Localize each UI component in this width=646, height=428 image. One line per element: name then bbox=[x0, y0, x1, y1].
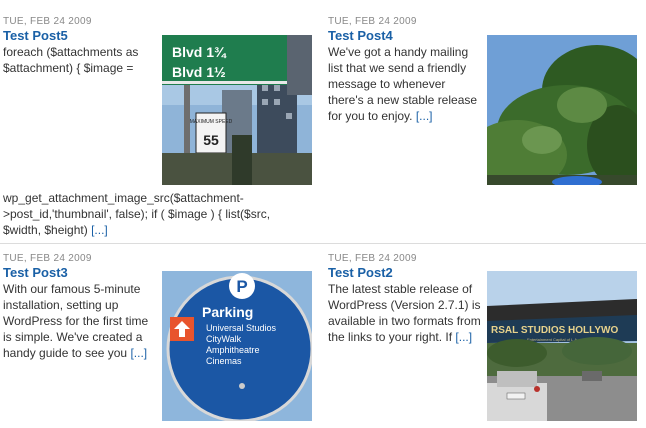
speed-sign-label: MAXIMUM SPEED bbox=[190, 119, 233, 125]
parking-p-letter: P bbox=[236, 277, 247, 296]
post-title-link[interactable]: Test Post4 bbox=[328, 28, 483, 44]
read-more-link[interactable]: [...] bbox=[455, 330, 472, 344]
post-excerpt: With our famous 5-minute installation, s… bbox=[3, 281, 155, 361]
post-date: TUE, FEB 24 2009 bbox=[3, 16, 92, 27]
read-more-link[interactable]: [...] bbox=[91, 223, 108, 237]
post-thumbnail-trees[interactable] bbox=[487, 35, 637, 185]
parking-sign-line: CityWalk bbox=[206, 334, 242, 344]
sign-line-top: Blvd 1¾ bbox=[172, 44, 227, 60]
post-thumbnail-parking-sign[interactable]: P Parking Universal Studios CityWalk Amp… bbox=[162, 271, 312, 421]
read-more-link[interactable]: [...] bbox=[130, 346, 147, 360]
parking-sign-line: Amphitheatre bbox=[206, 345, 260, 355]
post-test-post4: TUE, FEB 24 2009 Test Post4 We've got a … bbox=[328, 16, 483, 124]
post-date: TUE, FEB 24 2009 bbox=[328, 253, 417, 264]
studio-gate-subtext: Entertainment Capital of L.A. bbox=[527, 337, 578, 342]
sign-line: Blvd 1½ bbox=[172, 64, 226, 80]
row-divider bbox=[0, 243, 646, 244]
parking-sign-image: P Parking Universal Studios CityWalk Amp… bbox=[162, 271, 312, 421]
studio-gate-text: RSAL STUDIOS HOLLYWO bbox=[491, 325, 618, 336]
post-title-link[interactable]: Test Post3 bbox=[3, 265, 155, 281]
parking-sign-line: Universal Studios bbox=[206, 323, 277, 333]
post-date: TUE, FEB 24 2009 bbox=[3, 253, 92, 264]
parking-sign-line: Cinemas bbox=[206, 356, 242, 366]
post-excerpt-continued: wp_get_attachment_image_src($attachment-… bbox=[3, 190, 303, 238]
post-date: TUE, FEB 24 2009 bbox=[328, 16, 417, 27]
excerpt-text: We've got a handy mailing list that we s… bbox=[328, 45, 478, 123]
excerpt-text: wp_get_attachment_image_src($attachment-… bbox=[3, 191, 271, 237]
post-test-post3: TUE, FEB 24 2009 Test Post3 With our fam… bbox=[3, 253, 155, 361]
post-title-link[interactable]: Test Post2 bbox=[328, 265, 483, 281]
post-excerpt: foreach ($attachments as $attachment) { … bbox=[3, 45, 139, 75]
speed-sign-value: 55 bbox=[203, 132, 219, 148]
post-excerpt: The latest stable release of WordPress (… bbox=[328, 281, 483, 345]
post-test-post2: TUE, FEB 24 2009 Test Post2 The latest s… bbox=[328, 253, 483, 345]
post-test-post5-continued: wp_get_attachment_image_src($attachment-… bbox=[3, 190, 303, 238]
post-excerpt: We've got a handy mailing list that we s… bbox=[328, 44, 483, 124]
read-more-link[interactable]: [...] bbox=[416, 109, 433, 123]
excerpt-text: With our famous 5-minute installation, s… bbox=[3, 282, 149, 360]
parking-sign-title: Parking bbox=[202, 304, 253, 320]
studio-gate-image: RSAL STUDIOS HOLLYWO Entertainment Capit… bbox=[487, 271, 637, 421]
highway-sign-image: Blvd 1¾ Blvd 1½ MAXIMUM SPEED 55 bbox=[162, 35, 312, 185]
post-thumbnail-highway-sign[interactable]: Blvd 1¾ Blvd 1½ MAXIMUM SPEED 55 bbox=[162, 35, 312, 185]
trees-image bbox=[487, 35, 637, 185]
post-thumbnail-studio-gate[interactable]: RSAL STUDIOS HOLLYWO Entertainment Capit… bbox=[487, 271, 637, 421]
